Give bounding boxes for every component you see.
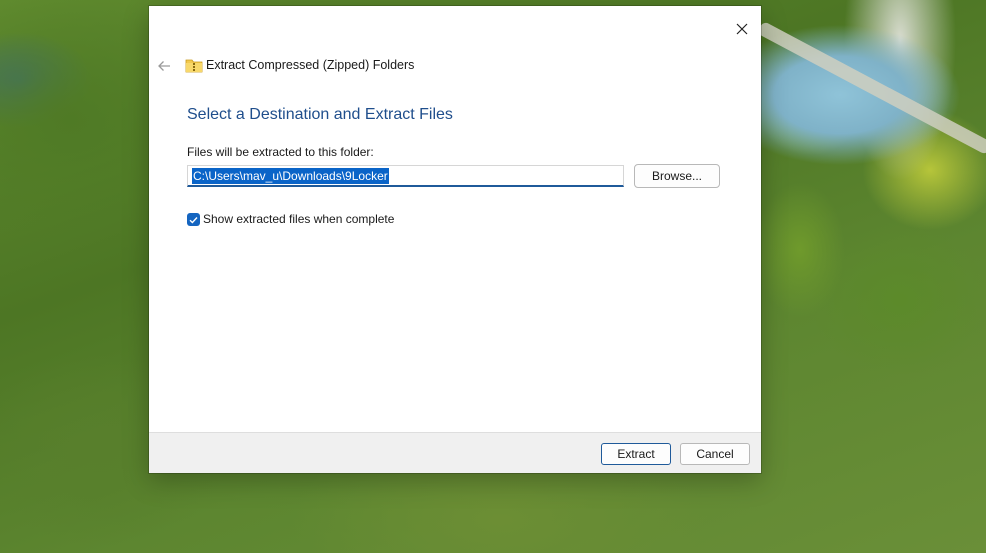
zip-folder-icon [185,59,203,73]
destination-path-value: C:\Users\mav_u\Downloads\9Locker [192,168,389,184]
checkmark-icon [189,216,198,223]
dialog-footer: Extract Cancel [149,432,761,473]
extract-dialog: Extract Compressed (Zipped) Folders Sele… [149,6,761,473]
close-button[interactable] [729,16,755,42]
close-icon [736,23,748,35]
destination-path-input[interactable]: C:\Users\mav_u\Downloads\9Locker [187,165,624,187]
page-heading: Select a Destination and Extract Files [187,106,453,123]
desktop-wallpaper: Extract Compressed (Zipped) Folders Sele… [0,0,986,553]
destination-label: Files will be extracted to this folder: [187,145,374,159]
back-arrow-icon [158,61,170,71]
show-files-checkbox[interactable] [187,213,200,226]
wallpaper-path [756,20,986,156]
cancel-button[interactable]: Cancel [680,443,750,465]
show-files-label[interactable]: Show extracted files when complete [203,212,394,226]
browse-button[interactable]: Browse... [634,164,720,188]
dialog-title: Extract Compressed (Zipped) Folders [206,58,415,72]
extract-button[interactable]: Extract [601,443,671,465]
back-button[interactable] [153,56,175,76]
